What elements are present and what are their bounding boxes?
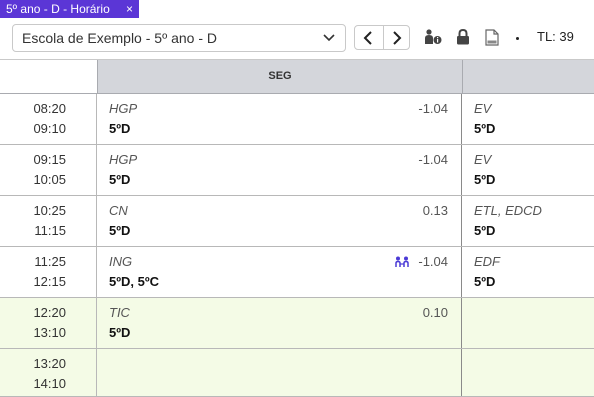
score: 0.13 xyxy=(422,203,448,218)
subject: HGP xyxy=(109,152,138,167)
lesson-cell-next[interactable]: ETL, EDCD 5ºD xyxy=(462,196,594,246)
class-label: 5ºD xyxy=(109,172,131,187)
score: -1.04 xyxy=(418,254,448,269)
day-header-next xyxy=(462,60,594,94)
end-time: 13:10 xyxy=(33,325,66,340)
chevron-left-icon xyxy=(363,31,372,45)
tl-counter: TL: 39 xyxy=(537,29,574,44)
subject: EV xyxy=(474,152,492,167)
start-time: 09:15 xyxy=(33,152,66,167)
schedule-row: 10:25 11:15 CN 5ºD 0.13 ETL, EDCD 5ºD xyxy=(0,196,594,247)
class-label: 5ºD xyxy=(474,223,496,238)
lesson-cell-next[interactable]: EDF 5ºD xyxy=(462,247,594,297)
subject: EV xyxy=(474,101,492,116)
subject: EDF xyxy=(474,254,500,269)
chevron-down-icon xyxy=(323,34,335,42)
lesson-cell[interactable]: HGP 5ºD -1.04 xyxy=(97,145,462,195)
end-time: 14:10 xyxy=(33,376,66,391)
day-header-seg: SEG xyxy=(97,60,462,94)
time-cell: 13:20 14:10 xyxy=(0,349,97,396)
tab-schedule[interactable]: 5º ano - D - Horário × xyxy=(0,0,139,18)
lesson-cell-next[interactable]: EV 5ºD xyxy=(462,145,594,195)
start-time: 11:25 xyxy=(34,254,66,269)
class-label: 5ºD xyxy=(474,172,496,187)
schedule-grid: SEG 08:20 09:10 HGP 5ºD -1.04 EV 5ºD 09:… xyxy=(0,59,594,397)
time-cell: 10:25 11:15 xyxy=(0,196,97,246)
separator-dot xyxy=(516,37,519,40)
time-cell: 11:25 12:15 xyxy=(0,247,97,297)
schedule-row: 08:20 09:10 HGP 5ºD -1.04 EV 5ºD xyxy=(0,94,594,145)
tab-title: 5º ano - D - Horário xyxy=(6,2,110,16)
score: 0.10 xyxy=(422,305,448,320)
schedule-row: 11:25 12:15 ING 5ºD, 5ºC -1.04 EDF 5ºD xyxy=(0,247,594,298)
end-time: 10:05 xyxy=(33,172,66,187)
lesson-cell[interactable]: ING 5ºD, 5ºC -1.04 xyxy=(97,247,462,297)
time-cell: 09:15 10:05 xyxy=(0,145,97,195)
class-label: 5ºD xyxy=(474,121,496,136)
lesson-cell[interactable]: HGP 5ºD -1.04 xyxy=(97,94,462,144)
subject: HGP xyxy=(109,101,138,116)
schedule-row: 09:15 10:05 HGP 5ºD -1.04 EV 5ºD xyxy=(0,145,594,196)
pdf-icon[interactable] xyxy=(485,29,499,46)
subject: ING xyxy=(109,254,133,269)
tab-bar: 5º ano - D - Horário × xyxy=(0,0,594,19)
time-cell: 08:20 09:10 xyxy=(0,94,97,144)
chevron-right-icon xyxy=(393,31,402,45)
start-time: 12:20 xyxy=(33,305,66,320)
lesson-cell[interactable] xyxy=(97,349,462,396)
person-info-icon[interactable] xyxy=(424,29,442,45)
class-select-value: Escola de Exemplo - 5º ano - D xyxy=(22,30,217,46)
start-time: 13:20 xyxy=(33,356,66,371)
subject: CN xyxy=(109,203,128,218)
score: -1.04 xyxy=(418,101,448,116)
lock-icon[interactable] xyxy=(456,29,470,45)
prev-button[interactable] xyxy=(355,26,384,49)
close-icon[interactable]: × xyxy=(126,0,133,18)
class-label: 5ºD, 5ºC xyxy=(109,274,159,289)
shuffle-icon[interactable] xyxy=(395,256,409,268)
start-time: 08:20 xyxy=(33,101,66,116)
lesson-cell[interactable]: CN 5ºD 0.13 xyxy=(97,196,462,246)
end-time: 09:10 xyxy=(33,121,66,136)
time-header xyxy=(0,60,97,94)
lesson-cell-next[interactable] xyxy=(462,298,594,348)
end-time: 12:15 xyxy=(33,274,66,289)
lesson-cell-next[interactable] xyxy=(462,349,594,396)
end-time: 11:15 xyxy=(34,223,66,238)
next-button[interactable] xyxy=(383,26,409,49)
class-label: 5ºD xyxy=(474,274,496,289)
schedule-row: 13:20 14:10 xyxy=(0,349,594,397)
toolbar: Escola de Exemplo - 5º ano - D TL: 39 xyxy=(0,19,594,59)
start-time: 10:25 xyxy=(33,203,66,218)
score: -1.04 xyxy=(418,152,448,167)
lesson-cell[interactable]: TIC 5ºD 0.10 xyxy=(97,298,462,348)
class-select[interactable]: Escola de Exemplo - 5º ano - D xyxy=(12,24,346,52)
subject: ETL, EDCD xyxy=(474,203,542,218)
subject: TIC xyxy=(109,305,130,320)
time-cell: 12:20 13:10 xyxy=(0,298,97,348)
class-label: 5ºD xyxy=(109,223,131,238)
nav-buttons xyxy=(354,25,410,50)
schedule-row: 12:20 13:10 TIC 5ºD 0.10 xyxy=(0,298,594,349)
lesson-cell-next[interactable]: EV 5ºD xyxy=(462,94,594,144)
class-label: 5ºD xyxy=(109,121,131,136)
class-label: 5ºD xyxy=(109,325,131,340)
